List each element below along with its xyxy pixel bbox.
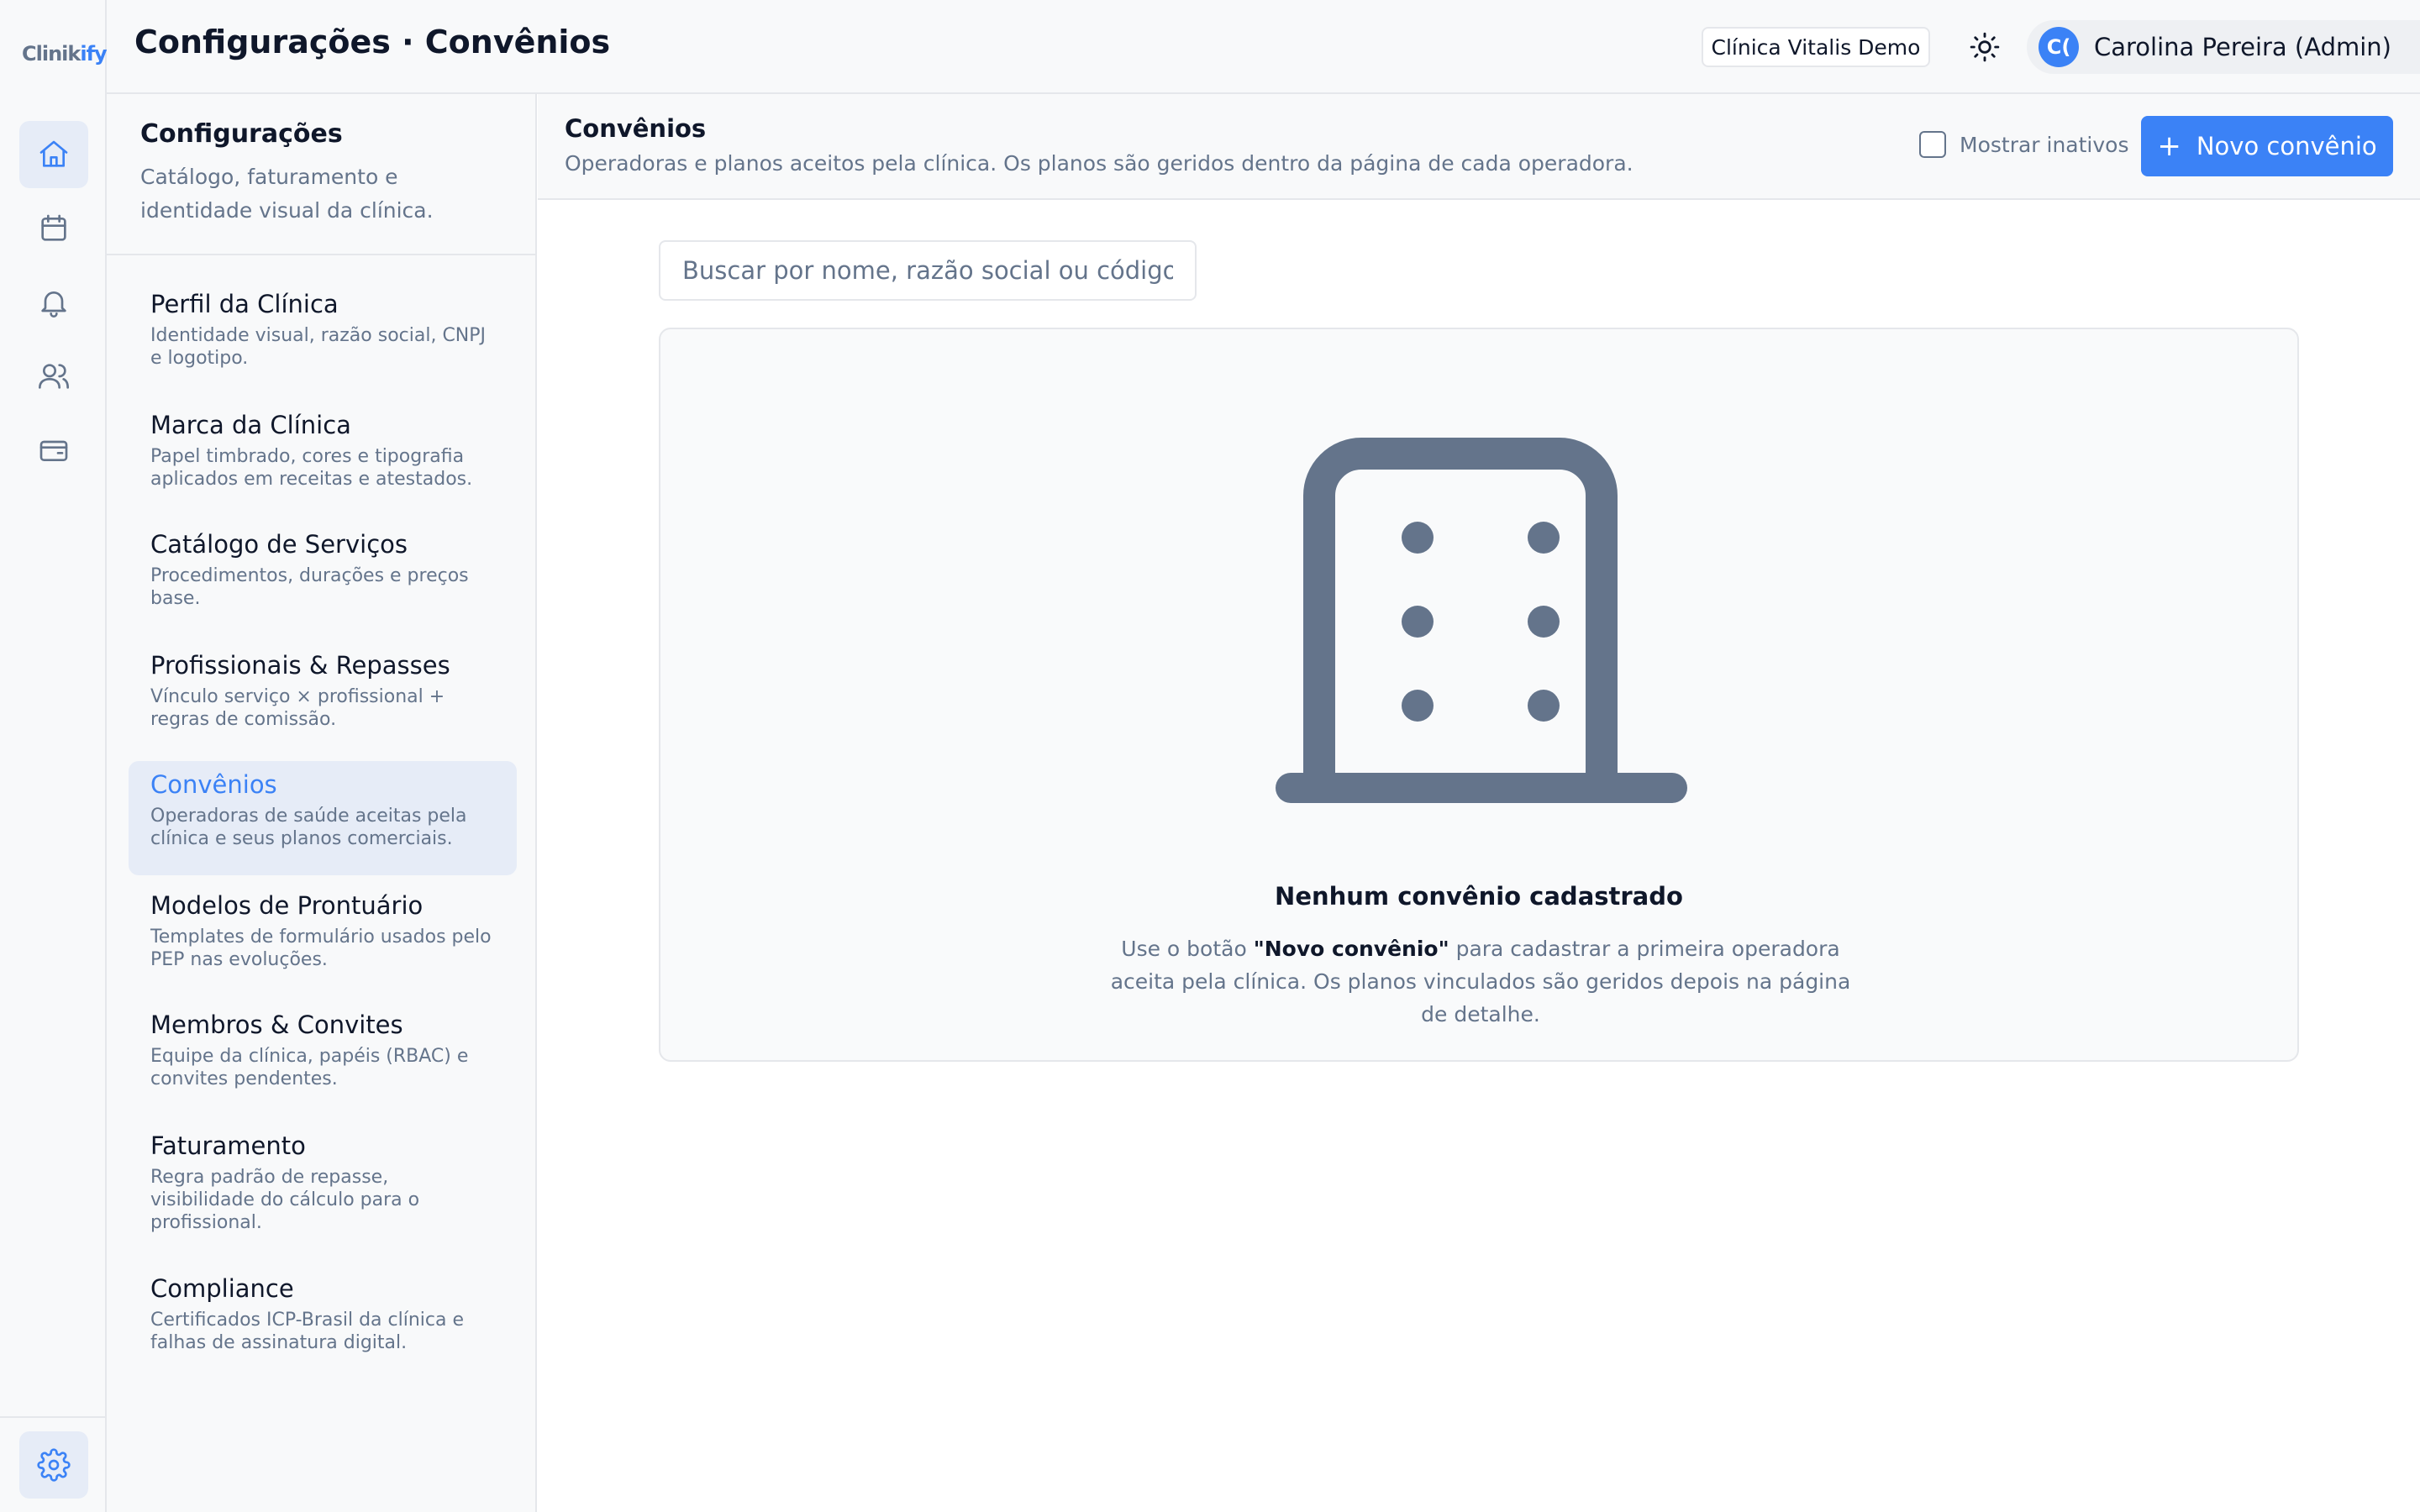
user-menu-button[interactable]: C( Carolina Pereira (Admin) xyxy=(2027,20,2420,74)
app-logo[interactable]: Clinikify xyxy=(22,42,108,66)
sidebar-item-label: Faturamento xyxy=(150,1131,306,1160)
page-title: Configurações · Convênios xyxy=(134,24,611,60)
sidebar-item-label: Membros & Convites xyxy=(150,1011,403,1039)
bell-icon xyxy=(41,291,66,318)
sidebar-item-desc: Operadoras de saúde aceitas pela clínica… xyxy=(150,806,467,849)
nav-notifications-button[interactable] xyxy=(19,269,88,336)
logo-main: Clinik xyxy=(22,42,81,66)
clinic-selector[interactable]: Clínica Vitalis Demo xyxy=(1702,27,1930,67)
new-convenio-label: Novo convênio xyxy=(2196,132,2377,160)
sidebar-item-label: Marca da Clínica xyxy=(150,411,351,439)
sidebar-item-label: Catálogo de Serviços xyxy=(150,530,408,559)
settings-subtitle: Catálogo, faturamento e identidade visua… xyxy=(140,165,434,223)
empty-desc-button-ref: "Novo convênio" xyxy=(1253,937,1449,961)
top-header: Configurações · Convênios Clínica Vitali… xyxy=(107,0,2420,94)
sidebar-item-desc: Equipe da clínica, papéis (RBAC) e convi… xyxy=(150,1046,469,1089)
settings-sidebar: Configurações Catálogo, faturamento e id… xyxy=(107,94,537,1512)
empty-state-title: Nenhum convênio cadastrado xyxy=(1275,882,1683,911)
sidebar-item-label: Profissionais & Repasses xyxy=(150,651,450,680)
icon-rail: Clinikify xyxy=(0,0,108,1512)
sidebar-item-desc: Identidade visual, razão social, CNPJ e … xyxy=(150,325,487,369)
sun-icon xyxy=(1970,32,2000,62)
sidebar-item-label: Compliance xyxy=(150,1274,294,1303)
sidebar-item-membros-convites[interactable]: Membros & Convites Equipe da clínica, pa… xyxy=(129,1001,517,1116)
search-input[interactable] xyxy=(659,240,1197,301)
calendar-icon xyxy=(41,214,66,241)
nav-settings-button[interactable] xyxy=(19,1431,88,1499)
settings-title: Configurações xyxy=(140,119,343,149)
sidebar-item-modelos-prontuario[interactable]: Modelos de Prontuário Templates de formu… xyxy=(129,882,517,995)
logo-accent: ify xyxy=(80,42,107,66)
sidebar-item-compliance[interactable]: Compliance Certificados ICP-Brasil da cl… xyxy=(129,1265,517,1379)
wallet-icon xyxy=(39,440,68,461)
sidebar-item-label: Perfil da Clínica xyxy=(150,290,339,318)
sidebar-item-label: Modelos de Prontuário xyxy=(150,891,424,920)
sidebar-item-convenios[interactable]: Convênios Operadoras de saúde aceitas pe… xyxy=(129,761,517,875)
home-icon xyxy=(39,140,68,167)
sidebar-item-desc: Vínculo serviço × profissional + regras … xyxy=(150,686,445,730)
show-inactive-checkbox[interactable] xyxy=(1919,131,1946,158)
new-convenio-button[interactable]: + Novo convênio xyxy=(2141,116,2393,176)
sidebar-item-desc: Certificados ICP-Brasil da clínica e fal… xyxy=(150,1310,465,1353)
nav-users-button[interactable] xyxy=(19,343,88,410)
sidebar-item-faturamento[interactable]: Faturamento Regra padrão de repasse, vis… xyxy=(129,1122,517,1258)
settings-menu: Perfil da Clínica Identidade visual, raz… xyxy=(129,281,517,1386)
avatar: C( xyxy=(2039,27,2079,67)
show-inactive-toggle[interactable]: Mostrar inativos xyxy=(1919,131,2129,158)
sidebar-item-profissionais-repasses[interactable]: Profissionais & Repasses Vínculo serviço… xyxy=(129,642,517,754)
sidebar-item-marca-clinica[interactable]: Marca da Clínica Papel timbrado, cores e… xyxy=(129,402,517,514)
nav-calendar-button[interactable] xyxy=(19,195,88,262)
content-header: Convênios Operadoras e planos aceitos pe… xyxy=(538,94,2420,200)
empty-state-card: Nenhum convênio cadastrado Use o botão "… xyxy=(659,328,2299,1062)
plus-icon: + xyxy=(2157,129,2181,163)
users-icon xyxy=(39,364,69,389)
sidebar-item-desc: Procedimentos, durações e preços base. xyxy=(150,565,469,609)
sidebar-item-desc: Regra padrão de repasse, visibilidade do… xyxy=(150,1167,420,1233)
show-inactive-label: Mostrar inativos xyxy=(1960,132,2129,157)
nav-home-button[interactable] xyxy=(19,121,88,188)
empty-state-description: Use o botão "Novo convênio" para cadastr… xyxy=(1102,932,1859,1031)
sidebar-item-desc: Templates de formulário usados pelo PEP … xyxy=(150,927,492,970)
settings-sidebar-header: Configurações Catálogo, faturamento e id… xyxy=(107,94,535,255)
sidebar-item-label: Convênios xyxy=(150,770,277,799)
rail-divider xyxy=(0,1416,105,1418)
building-icon xyxy=(1276,437,1687,806)
section-title: Convênios xyxy=(565,114,707,143)
gear-icon xyxy=(37,1448,71,1482)
theme-toggle-button[interactable] xyxy=(1960,22,2010,72)
section-subtitle: Operadoras e planos aceitos pela clínica… xyxy=(565,151,1634,176)
sidebar-item-perfil-clinica[interactable]: Perfil da Clínica Identidade visual, raz… xyxy=(129,281,517,395)
sidebar-item-desc: Papel timbrado, cores e tipografia aplic… xyxy=(150,446,473,490)
nav-wallet-button[interactable] xyxy=(19,417,88,484)
empty-desc-before: Use o botão xyxy=(1121,937,1254,961)
user-name: Carolina Pereira (Admin) xyxy=(2094,33,2391,61)
sidebar-item-catalogo-servicos[interactable]: Catálogo de Serviços Procedimentos, dura… xyxy=(129,521,517,635)
